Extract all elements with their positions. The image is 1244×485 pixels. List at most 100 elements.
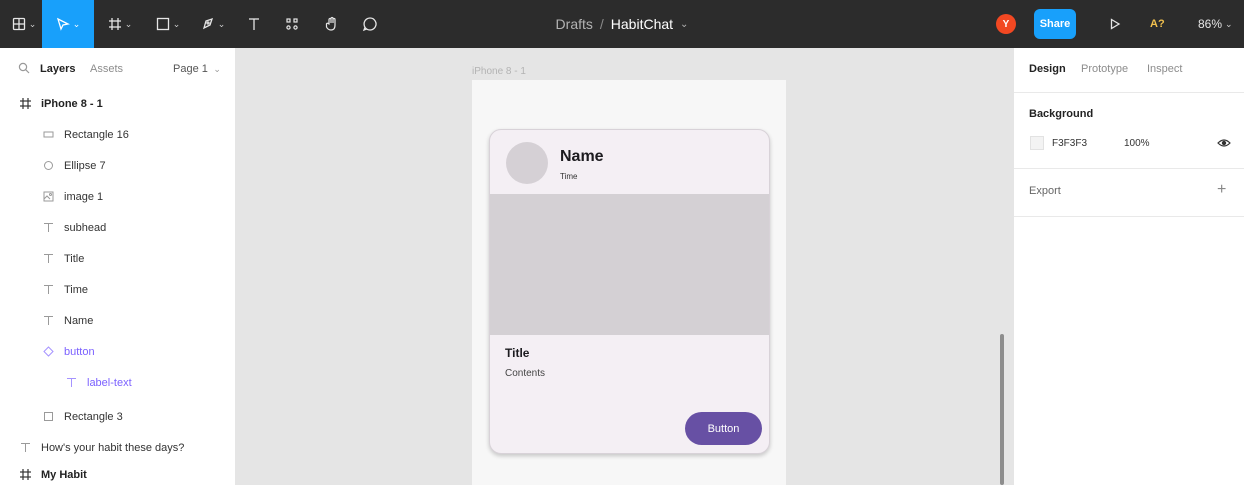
layers-panel: Layers Assets Page 1 ⌄ iPhone 8 - 1 Rect… bbox=[0, 48, 236, 485]
divider bbox=[1014, 216, 1244, 217]
resources-icon bbox=[286, 18, 298, 30]
layer-label: Rectangle 3 bbox=[64, 410, 123, 423]
card-title[interactable]: Title bbox=[505, 346, 529, 360]
move-cursor-icon bbox=[56, 17, 70, 31]
layer-label: My Habit bbox=[41, 468, 87, 481]
layer-row[interactable]: Rectangle 3 bbox=[0, 401, 236, 432]
avatar-placeholder[interactable] bbox=[506, 142, 548, 184]
pen-icon bbox=[202, 17, 213, 30]
tab-inspect[interactable]: Inspect bbox=[1147, 63, 1182, 75]
hand-icon bbox=[325, 16, 336, 31]
frame-icon bbox=[18, 97, 32, 111]
text-icon bbox=[18, 441, 32, 455]
image-icon bbox=[41, 190, 55, 204]
divider bbox=[1014, 168, 1244, 169]
add-export-icon[interactable]: + bbox=[1217, 182, 1226, 198]
layer-row[interactable]: How's your habit these days? bbox=[0, 432, 236, 463]
rectangle-icon bbox=[41, 410, 55, 424]
comment-icon bbox=[362, 17, 377, 32]
chevron-down-icon: ⌄ bbox=[124, 18, 133, 29]
ellipse-icon bbox=[41, 159, 55, 173]
pen-tool-button[interactable]: ⌄ bbox=[192, 0, 234, 48]
text-icon bbox=[249, 18, 259, 30]
text-icon bbox=[41, 221, 55, 235]
canvas-scrollbar[interactable] bbox=[1000, 334, 1004, 485]
chevron-down-icon: ⌄ bbox=[210, 64, 221, 74]
layer-row[interactable]: My Habit bbox=[0, 464, 236, 485]
accessibility-check-button[interactable]: A? bbox=[1150, 14, 1165, 34]
layer-label: Time bbox=[64, 283, 89, 296]
hand-tool-button[interactable] bbox=[316, 0, 348, 48]
toolbar: ⌄ ⌄ ⌄ ⌄ ⌄ Drafts / HabitChat ⌄ Y Share A… bbox=[0, 0, 1244, 48]
chevron-down-icon: ⌄ bbox=[28, 18, 37, 29]
present-button[interactable] bbox=[1105, 14, 1125, 34]
chevron-down-icon: ⌄ bbox=[1225, 18, 1233, 29]
layer-row[interactable]: subhead bbox=[0, 212, 236, 243]
chevron-down-icon[interactable]: ⌄ bbox=[680, 19, 688, 30]
play-icon bbox=[1110, 18, 1121, 30]
tab-design[interactable]: Design bbox=[1029, 63, 1066, 75]
background-hex-value[interactable]: F3F3F3 bbox=[1052, 138, 1087, 149]
tab-assets[interactable]: Assets bbox=[90, 63, 123, 75]
chat-card[interactable]: Name Time Title Contents Button bbox=[489, 129, 770, 454]
chevron-down-icon: ⌄ bbox=[217, 18, 226, 29]
chevron-down-icon: ⌄ bbox=[72, 18, 81, 29]
frame-label[interactable]: iPhone 8 - 1 bbox=[472, 66, 526, 77]
card-contents[interactable]: Contents bbox=[505, 368, 545, 379]
background-opacity-value[interactable]: 100% bbox=[1124, 138, 1150, 149]
rectangle-icon bbox=[156, 17, 169, 31]
move-tool-button[interactable]: ⌄ bbox=[42, 0, 94, 48]
frame-icon bbox=[108, 18, 121, 30]
main-menu-button[interactable]: ⌄ bbox=[6, 0, 42, 48]
shape-tool-button[interactable]: ⌄ bbox=[148, 0, 188, 48]
layer-label: button bbox=[64, 345, 95, 358]
layer-label: iPhone 8 - 1 bbox=[41, 97, 103, 110]
layer-row[interactable]: label-text bbox=[0, 367, 236, 398]
layer-row[interactable]: Time bbox=[0, 274, 236, 305]
tab-layers[interactable]: Layers bbox=[40, 63, 75, 75]
layer-row[interactable]: button bbox=[0, 336, 236, 367]
layer-row[interactable]: image 1 bbox=[0, 181, 236, 212]
layer-row[interactable]: Name bbox=[0, 305, 236, 336]
comment-tool-button[interactable] bbox=[354, 0, 386, 48]
card-button[interactable]: Button bbox=[685, 412, 762, 445]
layer-row[interactable]: Rectangle 16 bbox=[0, 119, 236, 150]
frame-tool-button[interactable]: ⌄ bbox=[100, 0, 140, 48]
text-icon bbox=[41, 314, 55, 328]
breadcrumb-drafts[interactable]: Drafts bbox=[556, 16, 593, 32]
layer-label: label-text bbox=[87, 376, 132, 389]
export-section-title: Export bbox=[1029, 185, 1061, 197]
search-icon[interactable] bbox=[18, 62, 30, 74]
layer-row[interactable]: Ellipse 7 bbox=[0, 150, 236, 181]
page-selector[interactable]: Page 1 ⌄ bbox=[173, 63, 221, 75]
card-time[interactable]: Time bbox=[560, 172, 577, 181]
background-section-title: Background bbox=[1029, 108, 1094, 120]
background-color-swatch[interactable] bbox=[1030, 136, 1044, 150]
file-name[interactable]: HabitChat bbox=[611, 16, 673, 32]
resources-button[interactable] bbox=[276, 0, 308, 48]
layers-panel-tabs: Layers Assets Page 1 ⌄ bbox=[0, 48, 236, 92]
frame-icon bbox=[18, 468, 32, 482]
layer-row[interactable]: Title bbox=[0, 243, 236, 274]
layer-row[interactable]: iPhone 8 - 1 bbox=[0, 88, 236, 119]
text-icon bbox=[41, 283, 55, 297]
user-avatar[interactable]: Y bbox=[996, 14, 1016, 34]
rectangle-icon bbox=[41, 128, 55, 142]
zoom-dropdown[interactable]: 86% ⌄ bbox=[1198, 14, 1233, 34]
layer-label: Name bbox=[64, 314, 94, 327]
component-instance-icon bbox=[41, 345, 55, 359]
divider bbox=[1014, 92, 1244, 93]
chevron-down-icon: ⌄ bbox=[172, 18, 181, 29]
tab-prototype[interactable]: Prototype bbox=[1081, 63, 1128, 75]
layer-label: Ellipse 7 bbox=[64, 159, 106, 172]
card-image-placeholder[interactable] bbox=[490, 194, 769, 335]
text-tool-button[interactable] bbox=[238, 0, 270, 48]
page-name: Page 1 bbox=[173, 63, 208, 75]
text-icon bbox=[41, 252, 55, 266]
card-name[interactable]: Name bbox=[560, 148, 604, 166]
share-button[interactable]: Share bbox=[1034, 9, 1076, 39]
eye-icon[interactable] bbox=[1217, 138, 1231, 148]
layer-label: Rectangle 16 bbox=[64, 128, 129, 141]
layer-label: How's your habit these days? bbox=[41, 441, 185, 454]
properties-panel: Design Prototype Inspect Background F3F3… bbox=[1013, 48, 1244, 485]
